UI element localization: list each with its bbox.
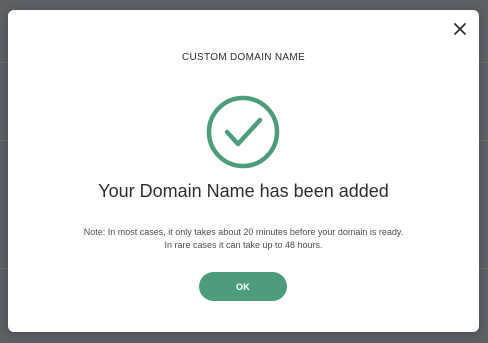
note-line: Note: In most cases, it only takes about… [83,227,404,237]
dialog-note: Note: In most cases, it only takes about… [8,226,479,252]
check-circle-icon [205,94,281,170]
note-line: In rare cases it can take up to 48 hours… [164,240,323,250]
close-icon [454,23,466,35]
dialog-header: CUSTOM DOMAIN NAME [182,52,305,63]
success-dialog: CUSTOM DOMAIN NAME Your Domain Name has … [8,10,479,332]
dialog-title: Your Domain Name has been added [98,181,389,201]
ok-button[interactable]: OK [199,272,287,301]
close-button[interactable] [451,20,469,38]
